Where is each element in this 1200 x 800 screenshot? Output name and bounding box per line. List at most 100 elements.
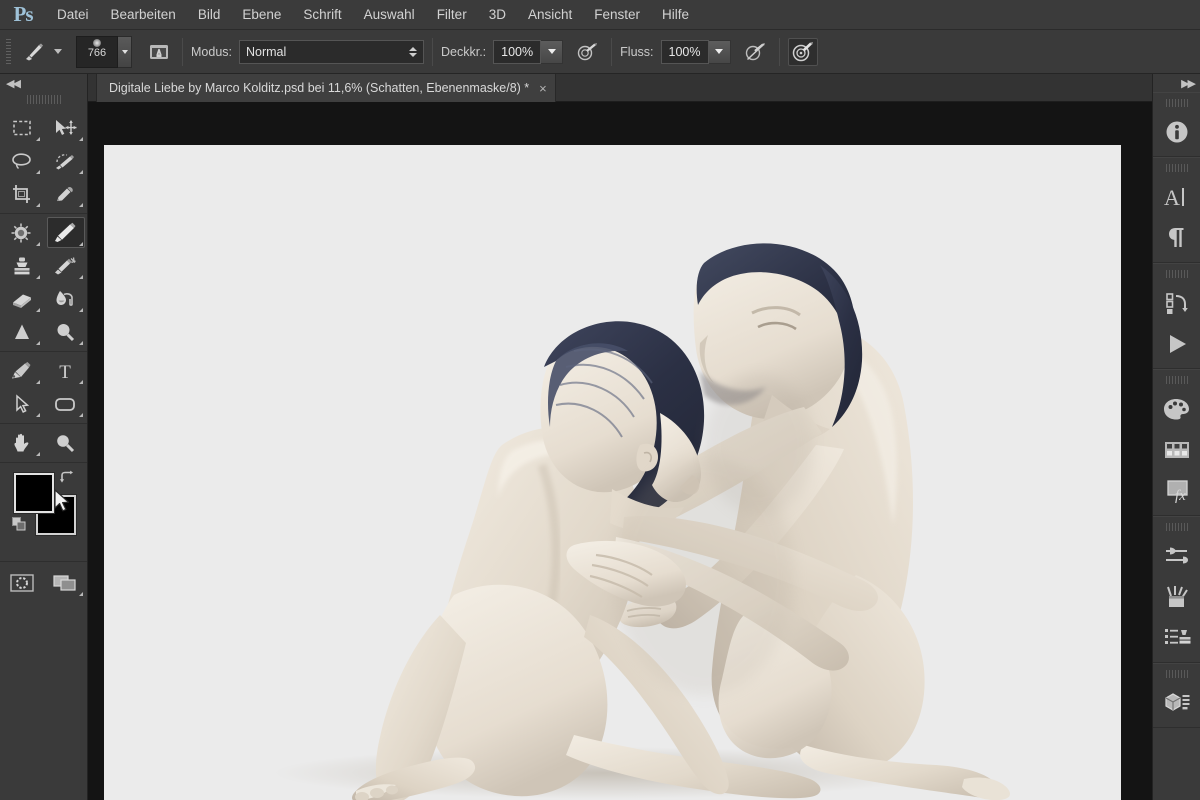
toolbar-grip[interactable] [26,92,61,106]
tool-group-selection [0,109,87,214]
clone-source-panel-icon[interactable] [1153,617,1200,658]
artwork-digitale-liebe [104,145,1121,800]
color-panel-icon[interactable] [1153,388,1200,429]
menu-filter[interactable]: Filter [426,0,478,30]
rectangle-shape-tool-icon[interactable] [44,387,88,420]
type-tool-icon[interactable]: T [44,354,88,387]
paragraph-panel-icon[interactable] [1153,217,1200,258]
menu-fenster[interactable]: Fenster [583,0,651,30]
svg-text:T: T [59,362,71,381]
menu-schrift[interactable]: Schrift [292,0,352,30]
flow-input[interactable]: 100% [660,39,709,64]
menu-bearbeiten[interactable]: Bearbeiten [100,0,187,30]
history-brush-tool-icon[interactable] [44,249,88,282]
tool-group-modes [0,561,87,599]
options-bar-grip[interactable] [4,38,13,65]
zoom-tool-icon[interactable] [44,426,88,459]
path-selection-tool-icon[interactable] [0,387,44,420]
menu-bild[interactable]: Bild [187,0,232,30]
toolbar-collapse-button[interactable]: ◀◀ [0,74,87,92]
options-divider-3 [611,37,613,66]
three-d-group-grip[interactable] [1165,667,1188,680]
info-group-grip[interactable] [1165,96,1188,109]
svg-text:A: A [1164,185,1180,210]
tool-group-navigation [0,424,87,463]
pressure-size-icon[interactable] [741,38,771,66]
eraser-tool-icon[interactable] [0,282,44,315]
document-tab-title: Digitale Liebe by Marco Kolditz.psd bei … [109,81,530,95]
pen-tool-icon[interactable] [0,354,44,387]
quick-mask-mode-icon[interactable] [0,566,44,599]
quick-selection-tool-icon[interactable] [44,144,88,177]
menu-datei[interactable]: Datei [46,0,100,30]
blend-mode-select[interactable]: Normal [239,39,424,64]
options-divider-4 [778,37,780,66]
document-tab[interactable]: Digitale Liebe by Marco Kolditz.psd bei … [96,74,556,102]
crop-tool-icon[interactable] [0,177,44,210]
color-group: fx [1153,369,1200,516]
brush-tool-icon[interactable] [44,216,88,249]
info-panel-icon[interactable] [1153,111,1200,152]
lasso-tool-icon[interactable] [0,144,44,177]
image-canvas[interactable] [104,145,1121,800]
three-d-group [1153,663,1200,728]
menu-ebene[interactable]: Ebene [231,0,292,30]
brush-tool-icon[interactable] [19,38,49,66]
brushes-panel-icon[interactable] [1153,576,1200,617]
pressure-opacity-icon[interactable] [573,38,603,66]
menu-hilfe[interactable]: Hilfe [651,0,700,30]
gradient-tool-icon[interactable] [44,282,88,315]
menu-auswahl[interactable]: Auswahl [353,0,426,30]
tool-group-retouch [0,214,87,352]
info-group [1153,92,1200,157]
menu-3d[interactable]: 3D [478,0,517,30]
3d-panel-icon[interactable] [1153,682,1200,723]
opacity-input[interactable]: 100% [493,39,542,64]
photoshop-window: Ps Datei Bearbeiten Bild Ebene Schrift A… [0,0,1200,800]
dodge-tool-icon[interactable] [44,315,88,348]
actions-panel-icon[interactable] [1153,323,1200,364]
options-divider-2 [432,37,433,66]
adjustments-panel-icon[interactable] [1153,535,1200,576]
adjust-group-grip[interactable] [1165,520,1188,533]
blur-tool-icon[interactable] [0,315,44,348]
history-panel-icon[interactable] [1153,282,1200,323]
color-group-grip[interactable] [1165,373,1188,386]
tool-group-vector: T [0,352,87,424]
foreground-color-swatch[interactable] [14,473,54,513]
mouse-pointer [54,489,71,519]
document-tab-strip: Digitale Liebe by Marco Kolditz.psd bei … [88,74,1152,102]
rectangular-marquee-tool-icon[interactable] [0,111,44,144]
document-canvas-area[interactable] [88,102,1152,800]
blend-mode-value: Normal [246,44,287,59]
color-swatches [0,469,87,561]
brush-panel-icon[interactable] [144,38,174,66]
brush-size-preview[interactable]: 766 [76,35,118,68]
swatches-panel-icon[interactable] [1153,429,1200,470]
history-group [1153,263,1200,369]
flow-dropdown[interactable] [708,39,731,64]
default-colors-icon[interactable] [12,517,28,538]
character-panel-icon[interactable]: A [1153,176,1200,217]
menu-bar: Ps Datei Bearbeiten Bild Ebene Schrift A… [0,0,1200,30]
screen-mode-icon[interactable] [44,566,88,599]
brush-preset-chevron-down-icon[interactable] [54,49,62,54]
eyedropper-tool-icon[interactable] [44,177,88,210]
airbrush-icon[interactable] [787,37,818,66]
hand-tool-icon[interactable] [0,426,44,459]
dock-collapse-button[interactable]: ▶▶ [1153,74,1200,92]
spot-healing-brush-tool-icon[interactable] [0,216,44,249]
move-tool-icon[interactable] [44,111,88,144]
panel-dock: ▶▶ A fx [1152,74,1200,800]
brush-size-dropdown[interactable] [118,35,132,68]
type-group-grip[interactable] [1165,161,1188,174]
blend-mode-label: Modus: [191,44,232,59]
close-icon[interactable]: × [539,82,547,95]
opacity-dropdown[interactable] [541,39,564,64]
styles-panel-icon[interactable]: fx [1153,470,1200,511]
history-group-grip[interactable] [1165,267,1188,280]
options-divider [182,37,183,66]
blend-mode-spinner-icon [409,46,417,57]
menu-ansicht[interactable]: Ansicht [517,0,583,30]
clone-stamp-tool-icon[interactable] [0,249,44,282]
